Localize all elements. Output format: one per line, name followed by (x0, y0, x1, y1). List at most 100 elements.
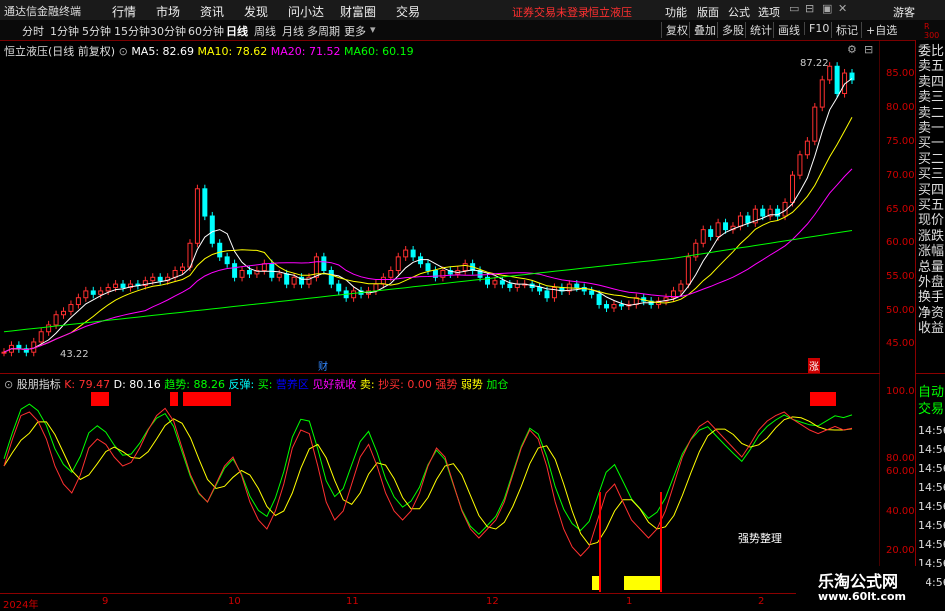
quote-field-label: 卖三 (918, 90, 945, 106)
legend-icon: ⊙ (118, 45, 128, 58)
adjust-button[interactable]: 复权 (661, 22, 688, 38)
axis-label: 10 (228, 596, 241, 607)
guest-label[interactable]: 游客 (893, 4, 915, 20)
tab-more[interactable]: 更多 (344, 23, 366, 39)
ma10-label: MA10: 78.62 (197, 45, 268, 58)
candle-body (589, 290, 595, 295)
mark-button[interactable]: 标记 (831, 22, 858, 38)
candle-body (328, 269, 334, 285)
tab-monthly[interactable]: 月线 (282, 23, 304, 39)
candle-body (61, 310, 67, 316)
panel-top: R 300 (924, 22, 940, 40)
collapse-icon[interactable]: ⊟ (864, 43, 873, 56)
menu-news[interactable]: 资讯 (200, 3, 224, 20)
quote-field-label: 买五 (918, 198, 945, 213)
tick-time: 14:56 (918, 481, 945, 494)
auto-label[interactable]: 自动 (918, 385, 944, 401)
quote-field-label: 换手 (918, 290, 945, 306)
quote-field-label: 买三 (918, 167, 945, 183)
window-icon[interactable]: ▣ (822, 2, 832, 15)
candle-body (90, 290, 96, 295)
tick-time: 14:56 (918, 538, 945, 551)
tick-time: 14:56 (918, 500, 945, 513)
menu-trade[interactable]: 交易 (396, 3, 420, 20)
axis-label: 9 (102, 596, 109, 607)
multi-stock-button[interactable]: 多股 (717, 22, 744, 38)
menu-quotes[interactable]: 行情 (112, 3, 136, 20)
limit-up-marker[interactable]: 涨 (808, 358, 820, 373)
menu-formula[interactable]: 公式 (728, 4, 750, 20)
menu-layout[interactable]: 版面 (697, 4, 719, 20)
login-notice[interactable]: 证券交易未登录 (512, 4, 589, 20)
f10-button[interactable]: F10 (804, 22, 829, 35)
annotation-text: 强势整理 (738, 532, 782, 545)
low-price-label: 43.22 (60, 349, 89, 360)
settings-icon[interactable]: ⚙ (847, 43, 857, 56)
quote-field-label: 净资 (918, 305, 945, 321)
tab-15min[interactable]: 15分钟 (114, 23, 150, 39)
high-price-label: 87.22 (800, 58, 829, 69)
tab-multi[interactable]: 多周期 (307, 23, 340, 39)
restore-icon[interactable]: ⊟ (805, 2, 814, 15)
candle-body (819, 79, 825, 108)
chevron-down-icon[interactable]: ▾ (370, 23, 376, 36)
tab-1min[interactable]: 1分钟 (50, 23, 79, 39)
candle-body (462, 263, 468, 271)
indicator-chart[interactable]: ⊙ 股朋指标 K: 79.47 D: 80.16 趋势: 88.26 反弹: 买… (0, 373, 915, 594)
candle-body (180, 266, 186, 271)
add-watchlist-button[interactable]: +自选 (861, 22, 897, 38)
indicator-tick: 60.00 (886, 466, 915, 477)
candle-body (120, 283, 126, 289)
menu-market[interactable]: 市场 (156, 3, 180, 20)
minimize-icon[interactable]: ▭ (789, 2, 799, 15)
tab-30min[interactable]: 30分钟 (150, 23, 186, 39)
candle-body (804, 140, 810, 156)
tab-intraday[interactable]: 分时 (22, 23, 44, 39)
tab-60min[interactable]: 60分钟 (188, 23, 224, 39)
candle-body (410, 249, 416, 258)
draw-button[interactable]: 画线 (773, 22, 800, 38)
menu-discover[interactable]: 发现 (244, 3, 268, 20)
menu-function[interactable]: 功能 (665, 4, 687, 20)
quote-field-label: 买二 (918, 151, 945, 167)
stats-button[interactable]: 统计 (745, 22, 772, 38)
menu-wealth[interactable]: 财富圈 (340, 3, 376, 20)
quote-field-label: 买四 (918, 182, 945, 198)
tab-weekly[interactable]: 周线 (254, 23, 276, 39)
price-tick: 75.00 (886, 136, 915, 147)
watermark: 乐淘公式网 www.60lt.com (796, 566, 926, 609)
indicator-canvas (3, 374, 880, 594)
candle-body (46, 324, 52, 333)
d-line (3, 416, 853, 546)
tab-5min[interactable]: 5分钟 (82, 23, 111, 39)
overlay-button[interactable]: 叠加 (689, 22, 716, 38)
quote-field-label: 涨跌 (918, 228, 945, 244)
legend-icon: ⊙ (4, 378, 14, 391)
candle-body (16, 344, 22, 350)
tick-time: 14:56 (918, 443, 945, 456)
title-bar: 通达信金融终端 行情 市场 资讯 发现 问小达 财富圈 交易 证券交易未登录 恒… (0, 0, 945, 21)
indicator-item: 营养区 (272, 378, 309, 391)
candle-body (68, 304, 74, 312)
tick-time: 14:56 (918, 462, 945, 475)
indicator-item: D: 80.16 (110, 378, 161, 391)
watermark-url: www.60lt.com (818, 590, 907, 603)
tab-daily[interactable]: 日线 (226, 23, 248, 39)
menu-ask[interactable]: 问小达 (288, 3, 324, 20)
price-tick: 55.00 (886, 271, 915, 282)
quote-field-label: 涨幅 (918, 244, 945, 260)
indicator-item: 抄买: 0.00 (374, 378, 432, 391)
kline-chart[interactable]: 恒立液压(日线 前复权) ⊙ MA5: 82.69 MA10: 78.62 MA… (0, 40, 915, 373)
candle-body (1, 351, 7, 354)
quote-panel: R 300 委比 卖五 卖四 卖三 卖二 卖一 买一 买二 买三 买四 买五 现价 涨跌 涨幅 总量 外盘 换手… (915, 22, 945, 609)
indicator-item: 卖: (356, 378, 375, 391)
trade-label[interactable]: 交易 (918, 402, 944, 418)
strong-block (810, 392, 836, 406)
price-axis: 85.00 80.00 75.00 70.00 65.00 60.00 55.0… (882, 40, 915, 373)
close-icon[interactable]: ✕ (838, 2, 847, 15)
candle-body (812, 106, 818, 142)
menu-options[interactable]: 选项 (758, 4, 780, 20)
candle-body (321, 256, 327, 271)
finance-marker[interactable]: 财 (318, 358, 328, 373)
candle-body (150, 276, 156, 282)
